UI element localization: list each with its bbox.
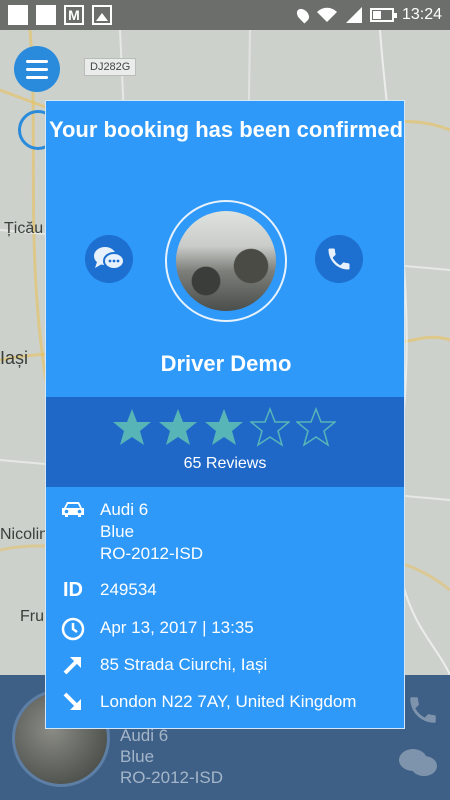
arrow-down-right-icon	[58, 691, 88, 713]
datetime-row: Apr 13, 2017 | 13:35	[58, 617, 398, 641]
star-empty-icon	[296, 407, 336, 447]
pickup-row: 85 Strada Ciurchi, Iași	[58, 654, 398, 676]
clock: 13:24	[401, 6, 442, 23]
booking-id: 249534	[100, 580, 157, 599]
chat-icon	[94, 247, 125, 270]
call-button[interactable]	[315, 235, 363, 283]
chat-button[interactable]	[85, 235, 133, 283]
star-empty-icon	[250, 407, 290, 447]
id-icon: ID	[63, 579, 83, 601]
map-label: Țicău	[4, 220, 44, 237]
arrow-up-right-icon	[58, 654, 88, 676]
car-plate: RO-2012-ISD	[120, 768, 223, 787]
star-filled-icon	[205, 409, 243, 445]
map-label: Iași	[0, 348, 29, 368]
menu-button[interactable]	[14, 46, 60, 92]
phone-icon[interactable]	[406, 693, 440, 727]
notification-icon	[8, 5, 28, 25]
pickup-datetime: Apr 13, 2017 | 13:35	[100, 618, 254, 637]
image-icon	[92, 5, 112, 25]
star-rating	[112, 407, 336, 447]
star-filled-icon	[159, 409, 197, 445]
gmail-icon: M	[64, 5, 84, 25]
reviews-count: 65 Reviews	[183, 455, 267, 472]
booking-id-row: ID 249534	[58, 579, 398, 602]
bottom-car-info: Audi 6 Blue RO-2012-ISD	[120, 725, 223, 788]
booking-confirmed-dialog: Your booking has been confirmed Driver D…	[45, 100, 405, 729]
clock-icon	[58, 617, 88, 641]
driver-name: Driver Demo	[160, 351, 292, 376]
car-icon	[58, 499, 88, 565]
driver-avatar-ring	[165, 200, 287, 322]
driver-avatar	[176, 211, 276, 311]
wifi-icon	[316, 7, 337, 22]
notification-icon	[36, 5, 56, 25]
battery-icon	[369, 8, 397, 22]
car-color: Blue	[100, 522, 135, 541]
menu-icon	[26, 59, 48, 63]
car-model: Audi 6	[100, 500, 149, 519]
car-plate: RO-2012-ISD	[100, 544, 203, 563]
road-badge: DJ282G	[84, 58, 137, 76]
location-icon	[294, 6, 312, 24]
dropoff-address: London N22 7AY, United Kingdom	[100, 692, 357, 711]
car-color: Blue	[120, 747, 155, 766]
phone-icon	[328, 248, 350, 270]
status-bar: M 13:24	[0, 0, 450, 30]
chat-icon[interactable]	[398, 747, 438, 779]
car-info-row: Audi 6 Blue RO-2012-ISD	[58, 499, 398, 565]
dialog-title: Your booking has been confirmed	[48, 117, 404, 142]
signal-icon	[345, 7, 362, 23]
star-filled-icon	[113, 409, 151, 445]
pickup-address: 85 Strada Ciurchi, Iași	[100, 655, 268, 674]
dropoff-row: London N22 7AY, United Kingdom	[58, 691, 398, 713]
rating-section: 65 Reviews	[46, 397, 404, 487]
